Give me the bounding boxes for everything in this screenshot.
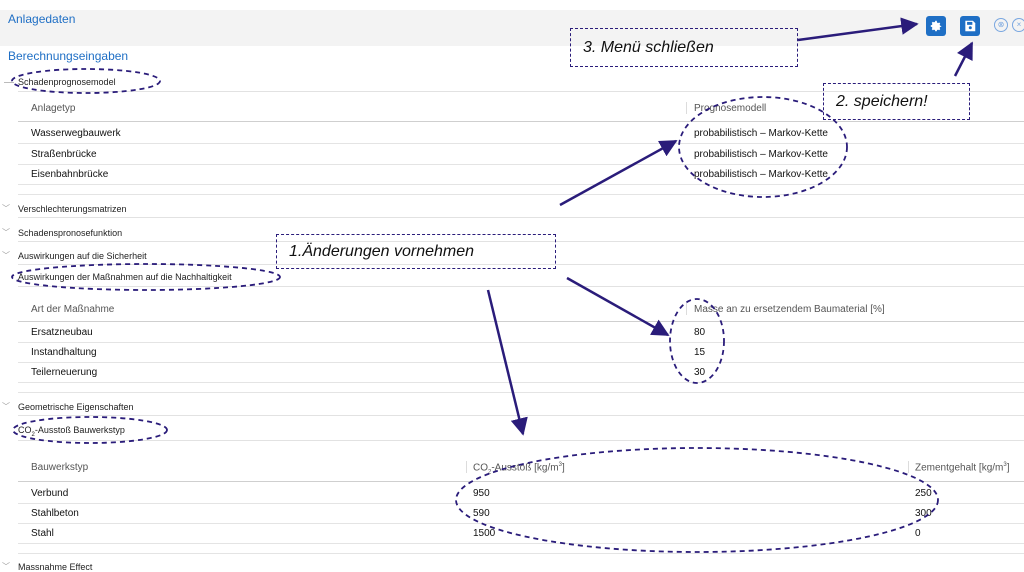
table-cell-masse[interactable]: 15 xyxy=(694,347,705,358)
table-cell-prognosemodell[interactable]: probabilistisch – Markov-Kette xyxy=(694,149,828,160)
header-divider xyxy=(18,121,1024,122)
column-header-anlagetyp: Anlagetyp xyxy=(31,103,76,114)
co2-header-suffix: ] xyxy=(561,462,565,474)
table-cell-co2[interactable]: 1500 xyxy=(473,528,495,539)
row-divider xyxy=(18,523,1024,524)
divider xyxy=(18,415,1024,416)
table-cell-masse[interactable]: 80 xyxy=(694,327,705,338)
table-cell-zement[interactable]: 300 xyxy=(915,508,932,519)
chevron-down-icon[interactable]: ﹀ xyxy=(2,401,10,412)
table-cell-prognosemodell[interactable]: probabilistisch – Markov-Kette xyxy=(694,128,828,139)
section-auswirkungen-nachhaltigkeit[interactable]: Auswirkungen der Maßnahmen auf die Nachh… xyxy=(18,272,232,282)
column-header-art-der-massnahme: Art der Maßnahme xyxy=(31,304,115,315)
table-cell-co2[interactable]: 950 xyxy=(473,488,490,499)
column-separator xyxy=(908,461,909,473)
settings-button[interactable] xyxy=(926,16,946,36)
save-button[interactable] xyxy=(960,16,980,36)
row-divider xyxy=(18,194,1024,195)
co2-label: CO xyxy=(18,425,32,435)
column-header-co2-ausstoss: CO2-Ausstoß [kg/m3] xyxy=(473,462,565,475)
co2-label-suffix: -Ausstoß Bauwerkstyp xyxy=(34,425,125,435)
divider xyxy=(18,440,1024,441)
table-cell-anlagetyp: Straßenbrücke xyxy=(31,149,97,160)
row-divider xyxy=(18,543,1024,544)
table-cell-bauwerkstyp: Stahlbeton xyxy=(31,508,79,519)
chevron-down-icon[interactable]: ﹀ xyxy=(2,203,10,214)
berechnungseingaben-link[interactable]: Berechnungseingaben xyxy=(8,49,128,63)
table-cell-art: Instandhaltung xyxy=(31,347,97,358)
table-cell-zement[interactable]: 250 xyxy=(915,488,932,499)
column-separator xyxy=(686,303,687,315)
section-geometrische-eigenschaften[interactable]: Geometrische Eigenschaften xyxy=(18,402,134,412)
section-schadenprognosemodel[interactable]: Schadenprognosemodel xyxy=(18,77,116,87)
info-icon[interactable]: ⊗ xyxy=(994,18,1008,32)
table-cell-co2[interactable]: 590 xyxy=(473,508,490,519)
callout-step2: 2. speichern! xyxy=(823,83,970,120)
section-massnahme-effect[interactable]: Massnahme Effect xyxy=(18,562,92,572)
collapse-line xyxy=(4,82,14,83)
table-cell-masse[interactable]: 30 xyxy=(694,367,705,378)
section-co2-ausstoss[interactable]: CO2-Ausstoß Bauwerkstyp xyxy=(18,425,125,438)
section-verschlechterungsmatrizen[interactable]: Verschlechterungsmatrizen xyxy=(18,204,127,214)
table-cell-zement[interactable]: 0 xyxy=(915,528,921,539)
arrow-to-save xyxy=(953,41,974,77)
column-header-bauwerkstyp: Bauwerkstyp xyxy=(31,462,89,473)
column-header-zementgehalt: Zementgehalt [kg/m3] xyxy=(915,462,1010,473)
top-bar xyxy=(0,10,1024,46)
row-divider xyxy=(18,553,1024,554)
arrow-to-prognose xyxy=(559,139,678,207)
column-header-prognosemodell: Prognosemodell xyxy=(694,103,767,114)
save-icon xyxy=(965,20,976,32)
section-schadenspronosefunktion[interactable]: Schadenspronosefunktion xyxy=(18,228,122,238)
row-divider xyxy=(18,342,1024,343)
row-divider xyxy=(18,392,1024,393)
header-divider xyxy=(18,481,1024,482)
table-cell-bauwerkstyp: Verbund xyxy=(31,488,69,499)
divider xyxy=(18,217,1024,218)
zement-header-suffix: ] xyxy=(1006,462,1010,474)
row-divider xyxy=(18,164,1024,165)
row-divider xyxy=(18,143,1024,144)
chevron-down-icon[interactable]: ﹀ xyxy=(2,561,10,572)
table-cell-art: Teilerneuerung xyxy=(31,367,98,378)
chevron-down-icon[interactable]: ﹀ xyxy=(2,250,10,261)
zement-header-prefix: Zementgehalt [kg/m xyxy=(915,462,1004,474)
co2-header-mid: -Ausstoß [kg/m xyxy=(491,462,559,474)
table-cell-art: Ersatzneubau xyxy=(31,327,93,338)
table-cell-anlagetyp: Eisenbahnbrücke xyxy=(31,169,109,180)
close-icon[interactable]: × xyxy=(1012,18,1024,32)
row-divider xyxy=(18,184,1024,185)
column-separator xyxy=(686,102,687,114)
divider xyxy=(18,286,1024,287)
header-divider xyxy=(18,321,1024,322)
callout-step3: 3. Menü schließen xyxy=(570,28,798,67)
row-divider xyxy=(18,503,1024,504)
gear-icon xyxy=(930,20,942,32)
column-separator xyxy=(466,461,467,473)
table-cell-anlagetyp: Wasserwegbauwerk xyxy=(31,128,121,139)
section-auswirkungen-sicherheit[interactable]: Auswirkungen auf die Sicherheit xyxy=(18,251,147,261)
column-header-masse: Masse an zu ersetzendem Baumaterial [%] xyxy=(694,304,885,315)
callout-step1: 1.Änderungen vornehmen xyxy=(276,234,556,269)
co2-header-prefix: CO xyxy=(473,462,488,474)
chevron-down-icon[interactable]: ﹀ xyxy=(2,227,10,238)
table-cell-bauwerkstyp: Stahl xyxy=(31,528,54,539)
table-cell-prognosemodell[interactable]: probabilistisch – Markov-Kette xyxy=(694,169,828,180)
row-divider xyxy=(18,382,1024,383)
row-divider xyxy=(18,362,1024,363)
anlagedaten-link[interactable]: Anlagedaten xyxy=(8,12,75,26)
